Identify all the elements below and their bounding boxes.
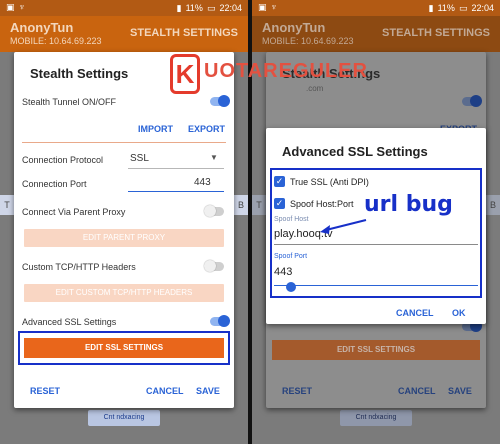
save-button[interactable]: SAVE xyxy=(196,386,220,396)
ssl-dialog-title: Advanced SSL Settings xyxy=(282,144,428,159)
dimmed-save: SAVE xyxy=(448,386,472,396)
custom-headers-switch[interactable] xyxy=(204,260,224,272)
true-ssl-checkbox[interactable]: ✓ xyxy=(274,176,285,187)
background-button[interactable]: Cnt ndxacing xyxy=(88,410,160,426)
signal-icon: ▮ xyxy=(428,2,434,13)
switch-knob xyxy=(204,260,216,272)
export-button[interactable]: EXPORT xyxy=(188,124,225,134)
dimmed-edit-ssl-button: EDIT SSL SETTINGS xyxy=(272,340,480,360)
screenshot-stage: ▣ ♆ ▮ 11% ▭ 22:04 AnonyTun MOBILE: 10.64… xyxy=(0,0,500,444)
status-icons: ▣ ♆ xyxy=(258,2,277,13)
battery-percent: 11% xyxy=(437,3,455,13)
protocol-underline xyxy=(128,168,224,169)
logo-mark: K xyxy=(170,54,200,94)
advanced-ssl-switch[interactable] xyxy=(210,315,230,327)
dropdown-caret-icon[interactable]: ▼ xyxy=(210,153,218,162)
custom-headers-label: Custom TCP/HTTP Headers xyxy=(22,262,136,272)
protocol-select[interactable]: SSL xyxy=(130,153,149,164)
switch-knob xyxy=(204,205,216,217)
true-ssl-label: True SSL (Anti DPI) xyxy=(290,177,369,187)
notification-icon: ▣ xyxy=(258,2,267,12)
stealth-settings-dialog: Stealth Settings Stealth Tunnel ON/OFF I… xyxy=(14,52,234,408)
edit-ssl-settings-button[interactable]: EDIT SSL SETTINGS xyxy=(24,338,224,358)
text-cursor-handle[interactable] xyxy=(286,282,296,292)
url-bug-annotation: url bug xyxy=(364,192,453,217)
switch-knob xyxy=(218,95,230,107)
background-edge-right: B xyxy=(234,195,248,215)
edit-custom-headers-button[interactable]: EDIT CUSTOM TCP/HTTP HEADERS xyxy=(24,284,224,302)
spoof-port-underline xyxy=(274,285,478,286)
port-underline xyxy=(128,191,224,192)
clock: 22:04 xyxy=(219,3,242,13)
advanced-ssl-dialog: Advanced SSL Settings ✓ True SSL (Anti D… xyxy=(266,128,486,324)
status-bar: ▣ ♆ ▮ 11% ▭ 22:04 xyxy=(252,0,500,16)
switch-knob xyxy=(470,95,482,107)
app-bar: AnonyTun MOBILE: 10.64.69.223 STEALTH SE… xyxy=(0,16,248,52)
watermark-logo: K UOTAREGULER .com xyxy=(170,52,367,96)
app-title: AnonyTun xyxy=(10,20,74,35)
usb-icon: ♆ xyxy=(270,2,278,12)
protocol-label: Connection Protocol xyxy=(22,155,104,165)
import-button[interactable]: IMPORT xyxy=(138,124,173,134)
spoof-port-label: Spoof Port xyxy=(274,253,308,260)
background-edge-left: T xyxy=(252,195,266,215)
app-subtitle: MOBILE: 10.64.69.223 xyxy=(262,36,354,46)
battery-icon: ▭ xyxy=(206,2,216,13)
stealth-settings-tab[interactable]: STEALTH SETTINGS xyxy=(382,27,490,39)
background-edge-left: T xyxy=(0,195,14,215)
edit-parent-proxy-button[interactable]: EDIT PARENT PROXY xyxy=(24,229,224,247)
app-bar: AnonyTun MOBILE: 10.64.69.223 STEALTH SE… xyxy=(252,16,500,52)
background-edge-right: B xyxy=(486,195,500,215)
port-label: Connection Port xyxy=(22,179,87,189)
stealth-settings-tab[interactable]: STEALTH SETTINGS xyxy=(130,27,238,39)
clock: 22:04 xyxy=(471,3,494,13)
battery-icon: ▭ xyxy=(458,2,468,13)
parent-proxy-switch[interactable] xyxy=(204,205,224,217)
status-icons: ▣ ♆ xyxy=(6,2,25,13)
signal-icon: ▮ xyxy=(176,2,182,13)
cancel-button[interactable]: CANCEL xyxy=(146,386,184,396)
logo-word: UOTAREGULER xyxy=(204,60,368,82)
parent-proxy-label: Connect Via Parent Proxy xyxy=(22,207,126,217)
spoof-host-underline xyxy=(274,244,478,245)
dialog-title: Stealth Settings xyxy=(30,66,129,81)
app-title: AnonyTun xyxy=(262,20,326,35)
stealth-tunnel-switch[interactable] xyxy=(210,95,230,107)
dimmed-switch xyxy=(462,95,482,107)
reset-button[interactable]: RESET xyxy=(30,386,60,396)
spoof-hostport-checkbox[interactable]: ✓ xyxy=(274,198,285,209)
dimmed-cancel: CANCEL xyxy=(398,386,436,396)
background-button: Cnt ndxacing xyxy=(340,410,412,426)
stealth-tunnel-label: Stealth Tunnel ON/OFF xyxy=(22,97,117,107)
section-divider xyxy=(22,142,226,143)
ssl-ok-button[interactable]: OK xyxy=(452,308,466,318)
switch-knob xyxy=(218,315,230,327)
status-bar: ▣ ♆ ▮ 11% ▭ 22:04 xyxy=(0,0,248,16)
spoof-hostport-label: Spoof Host:Port xyxy=(290,199,354,209)
advanced-ssl-label: Advanced SSL Settings xyxy=(22,317,117,327)
spoof-host-label: Spoof Host xyxy=(274,216,309,223)
app-subtitle: MOBILE: 10.64.69.223 xyxy=(10,36,102,46)
ssl-cancel-button[interactable]: CANCEL xyxy=(396,308,434,318)
notification-icon: ▣ xyxy=(6,2,15,12)
usb-icon: ♆ xyxy=(18,2,26,12)
battery-percent: 11% xyxy=(185,3,203,13)
dimmed-reset: RESET xyxy=(282,386,313,396)
spoof-port-input[interactable]: 443 xyxy=(274,266,292,278)
port-input[interactable]: 443 xyxy=(194,177,211,188)
annotation-arrow-icon xyxy=(320,219,367,234)
logo-domain: .com xyxy=(306,84,324,93)
